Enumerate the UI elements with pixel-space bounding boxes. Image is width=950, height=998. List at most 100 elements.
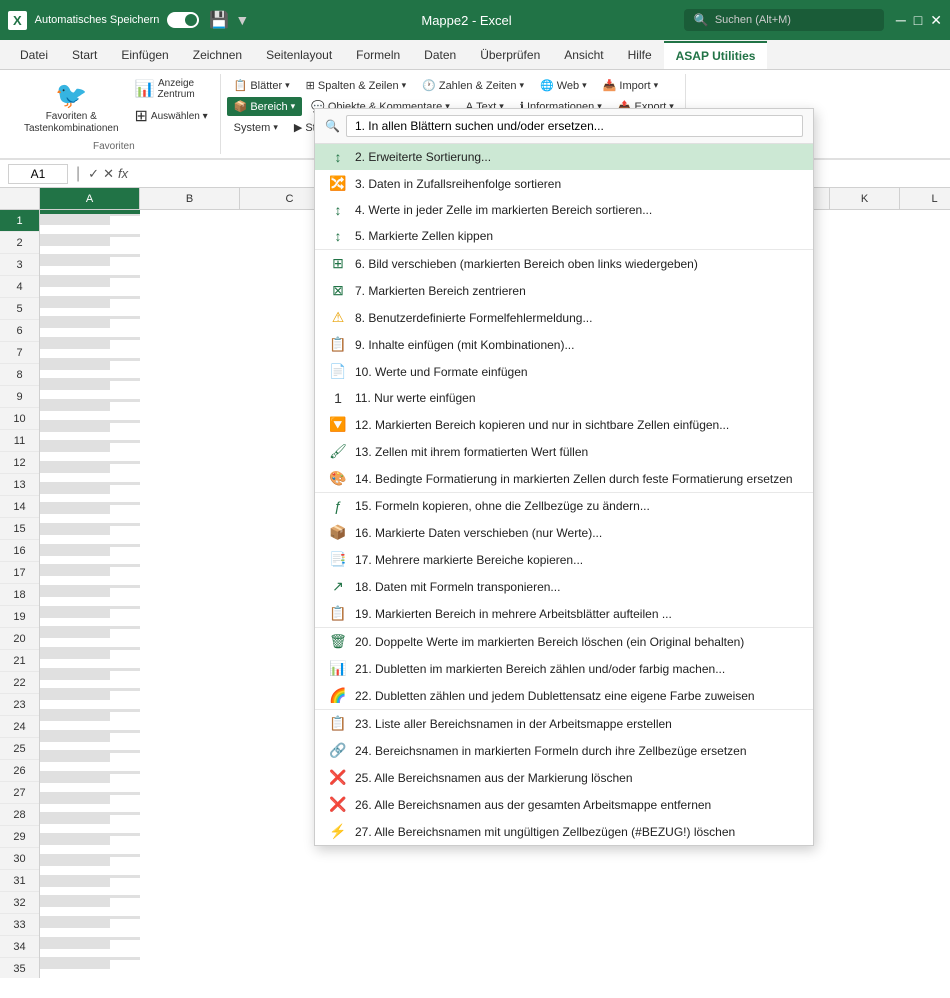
col-header-k[interactable]: K <box>830 188 900 209</box>
row-number-34[interactable]: 34 <box>0 936 39 958</box>
row-number-7[interactable]: 7 <box>0 342 39 364</box>
col-header-a[interactable]: A <box>40 188 140 209</box>
minimize-btn[interactable]: ─ <box>896 12 906 29</box>
tab-zeichnen[interactable]: Zeichnen <box>181 41 254 69</box>
row-number-33[interactable]: 33 <box>0 914 39 936</box>
dropdown-item-6[interactable]: ⊞6. Bild verschieben (markierten Bereich… <box>315 250 813 277</box>
row-number-31[interactable]: 31 <box>0 870 39 892</box>
dropdown-item-text-15: 15. Formeln kopieren, ohne die Zellbezüg… <box>355 499 801 513</box>
name-box[interactable] <box>8 164 68 184</box>
dropdown-item-11[interactable]: 111. Nur werte einfügen <box>315 385 813 411</box>
spalten-zeilen-btn[interactable]: ⊞Spalten & Zeilen ▾ <box>299 76 413 95</box>
favorites-btn[interactable]: 🐦 Favoriten &Tastenkombinationen <box>16 76 127 139</box>
row-number-8[interactable]: 8 <box>0 364 39 386</box>
dropdown-item-26[interactable]: ❌26. Alle Bereichsnamen aus der gesamten… <box>315 791 813 818</box>
dropdown-item-9[interactable]: 📋9. Inhalte einfügen (mit Kombinationen)… <box>315 331 813 358</box>
formula-check-icon[interactable]: ✓ <box>88 166 99 182</box>
row-number-19[interactable]: 19 <box>0 606 39 628</box>
row-number-15[interactable]: 15 <box>0 518 39 540</box>
maximize-btn[interactable]: □ <box>914 12 922 29</box>
dropdown-item-8[interactable]: ⚠8. Benutzerdefinierte Formelfehlermeldu… <box>315 304 813 331</box>
dropdown-item-21[interactable]: 📊21. Dubletten im markierten Bereich zäh… <box>315 655 813 682</box>
row-number-1[interactable]: 1 <box>0 210 39 232</box>
close-btn[interactable]: ✕ <box>930 12 942 29</box>
system-btn[interactable]: System ▾ <box>227 118 285 137</box>
row-number-4[interactable]: 4 <box>0 276 39 298</box>
dropdown-item-5[interactable]: ↕5. Markierte Zellen kippen <box>315 223 813 249</box>
tab-einfuegen[interactable]: Einfügen <box>109 41 180 69</box>
dropdown-search-input[interactable] <box>346 115 803 137</box>
row-number-20[interactable]: 20 <box>0 628 39 650</box>
tab-seitenlayout[interactable]: Seitenlayout <box>254 41 344 69</box>
row-number-3[interactable]: 3 <box>0 254 39 276</box>
row-number-22[interactable]: 22 <box>0 672 39 694</box>
row-number-35[interactable]: 35 <box>0 958 39 978</box>
row-number-13[interactable]: 13 <box>0 474 39 496</box>
dropdown-item-27[interactable]: ⚡27. Alle Bereichsnamen mit ungültigen Z… <box>315 818 813 845</box>
zahlen-zeiten-btn[interactable]: 🕐Zahlen & Zeiten ▾ <box>415 76 531 95</box>
row-number-10[interactable]: 10 <box>0 408 39 430</box>
dropdown-item-14[interactable]: 🎨14. Bedingte Formatierung in markierten… <box>315 465 813 492</box>
formula-fx-icon[interactable]: fx <box>118 166 128 182</box>
row-number-27[interactable]: 27 <box>0 782 39 804</box>
dropdown-item-text-4: 4. Werte in jeder Zelle im markierten Be… <box>355 203 801 217</box>
row-number-26[interactable]: 26 <box>0 760 39 782</box>
row-number-6[interactable]: 6 <box>0 320 39 342</box>
tab-daten[interactable]: Daten <box>412 41 468 69</box>
col-header-l[interactable]: L <box>900 188 950 209</box>
dropdown-item-10[interactable]: 📄10. Werte und Formate einfügen <box>315 358 813 385</box>
tab-hilfe[interactable]: Hilfe <box>616 41 664 69</box>
dropdown-item-4[interactable]: ↕4. Werte in jeder Zelle im markierten B… <box>315 197 813 223</box>
row-number-12[interactable]: 12 <box>0 452 39 474</box>
row-number-18[interactable]: 18 <box>0 584 39 606</box>
bereich-btn[interactable]: 📦Bereich ▾ <box>227 97 303 116</box>
blaetter-btn[interactable]: 📋Blätter ▾ <box>227 76 297 95</box>
row-number-16[interactable]: 16 <box>0 540 39 562</box>
dropdown-item-15[interactable]: ƒ15. Formeln kopieren, ohne die Zellbezü… <box>315 493 813 519</box>
dropdown-item-23[interactable]: 📋23. Liste aller Bereichsnamen in der Ar… <box>315 710 813 737</box>
row-number-32[interactable]: 32 <box>0 892 39 914</box>
import-btn[interactable]: 📥Import ▾ <box>596 76 665 95</box>
dropdown-item-7[interactable]: ⊠7. Markierten Bereich zentrieren <box>315 277 813 304</box>
row-number-21[interactable]: 21 <box>0 650 39 672</box>
row-number-23[interactable]: 23 <box>0 694 39 716</box>
dropdown-item-12[interactable]: 🔽12. Markierten Bereich kopieren und nur… <box>315 411 813 438</box>
tab-formeln[interactable]: Formeln <box>344 41 412 69</box>
row-number-25[interactable]: 25 <box>0 738 39 760</box>
search-bar[interactable]: 🔍 Suchen (Alt+M) <box>684 9 884 31</box>
dropdown-item-3[interactable]: 🔀3. Daten in Zufallsreihenfolge sortiere… <box>315 170 813 197</box>
col-header-b[interactable]: B <box>140 188 240 209</box>
row-number-9[interactable]: 9 <box>0 386 39 408</box>
dropdown-item-22[interactable]: 🌈22. Dubletten zählen und jedem Dublette… <box>315 682 813 709</box>
dropdown-item-17[interactable]: 📑17. Mehrere markierte Bereiche kopieren… <box>315 546 813 573</box>
row-number-24[interactable]: 24 <box>0 716 39 738</box>
tab-datei[interactable]: Datei <box>8 41 60 69</box>
save-icon[interactable]: 💾 <box>209 10 229 30</box>
dropdown-item-24[interactable]: 🔗24. Bereichsnamen in markierten Formeln… <box>315 737 813 764</box>
row-number-14[interactable]: 14 <box>0 496 39 518</box>
dropdown-item-2[interactable]: ↕2. Erweiterte Sortierung... <box>315 144 813 170</box>
row-number-28[interactable]: 28 <box>0 804 39 826</box>
autosave-toggle[interactable] <box>167 12 199 28</box>
dropdown-item-25[interactable]: ❌25. Alle Bereichsnamen aus der Markieru… <box>315 764 813 791</box>
tab-ansicht[interactable]: Ansicht <box>552 41 615 69</box>
dropdown-item-18[interactable]: ↗18. Daten mit Formeln transponieren... <box>315 573 813 600</box>
anzeige-zentrum-btn[interactable]: 📊 AnzeigeZentrum <box>131 76 212 102</box>
formula-cancel-icon[interactable]: ✕ <box>103 166 114 182</box>
dropdown-item-19[interactable]: 📋19. Markierten Bereich in mehrere Arbei… <box>315 600 813 627</box>
tab-start[interactable]: Start <box>60 41 109 69</box>
web-btn[interactable]: 🌐Web ▾ <box>533 76 594 95</box>
row-number-29[interactable]: 29 <box>0 826 39 848</box>
row-number-11[interactable]: 11 <box>0 430 39 452</box>
dropdown-item-text-17: 17. Mehrere markierte Bereiche kopieren.… <box>355 553 801 567</box>
row-number-30[interactable]: 30 <box>0 848 39 870</box>
auswaehlen-btn[interactable]: ⊞ Auswählen ▾ <box>131 104 212 128</box>
row-number-2[interactable]: 2 <box>0 232 39 254</box>
dropdown-item-13[interactable]: 🖌13. Zellen mit ihrem formatierten Wert … <box>315 438 813 465</box>
row-number-17[interactable]: 17 <box>0 562 39 584</box>
tab-ueberpruefen[interactable]: Überprüfen <box>468 41 552 69</box>
row-number-5[interactable]: 5 <box>0 298 39 320</box>
dropdown-item-16[interactable]: 📦16. Markierte Daten verschieben (nur We… <box>315 519 813 546</box>
dropdown-item-20[interactable]: 🗑20. Doppelte Werte im markierten Bereic… <box>315 628 813 655</box>
tab-asap-utilities[interactable]: ASAP Utilities <box>664 41 768 69</box>
